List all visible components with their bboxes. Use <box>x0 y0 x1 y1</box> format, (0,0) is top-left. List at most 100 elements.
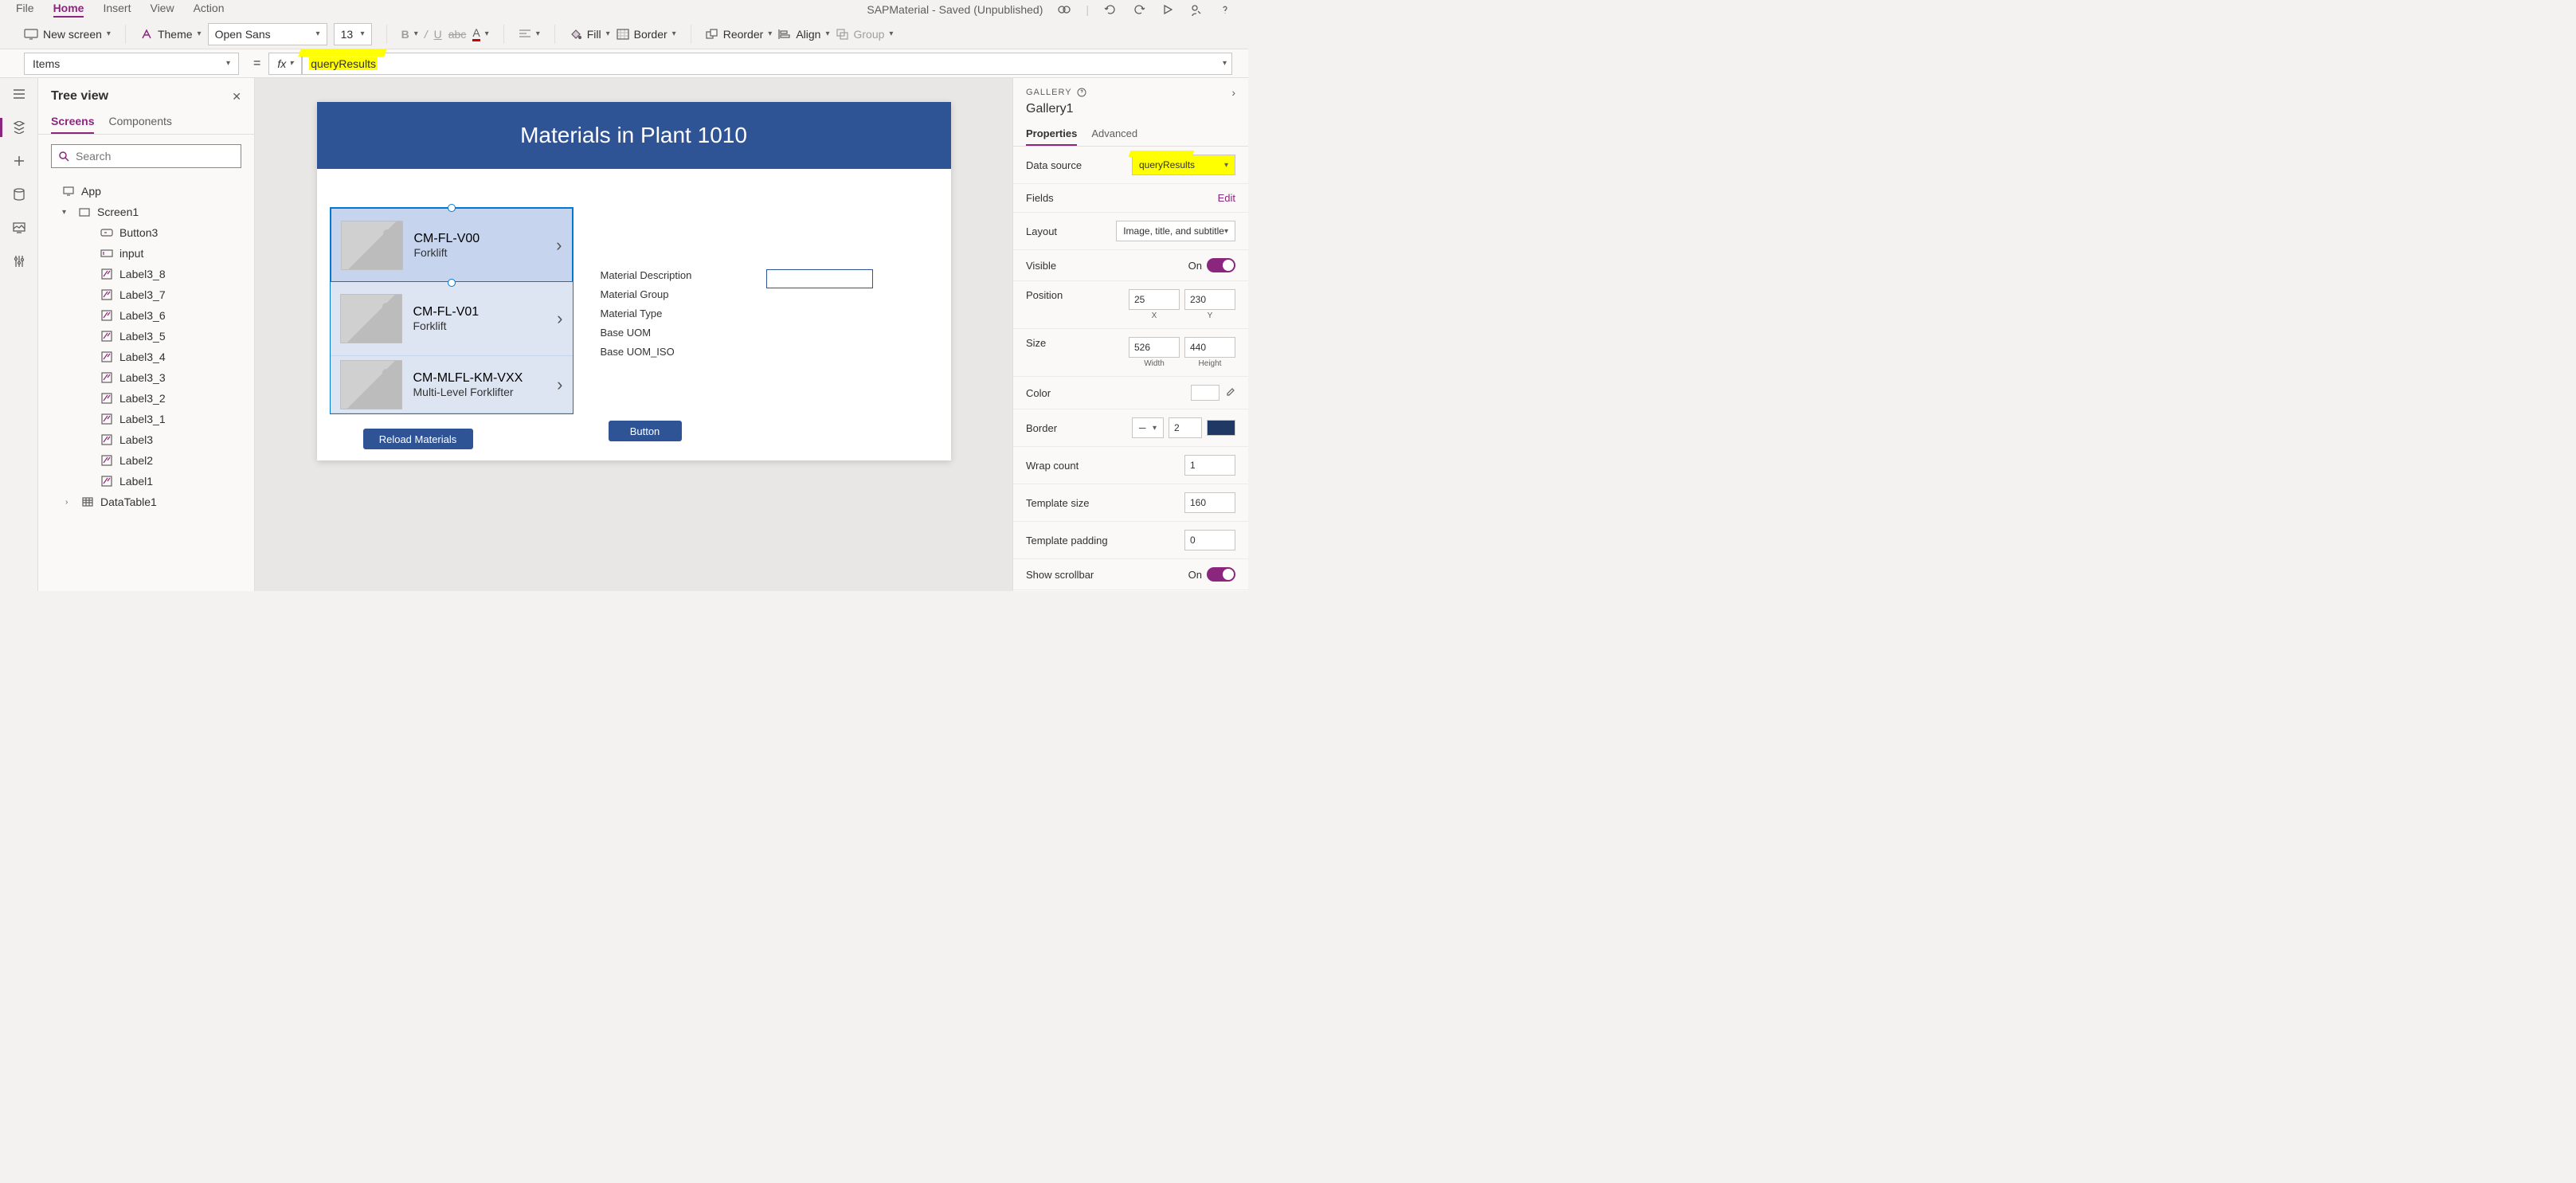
control-icon <box>100 309 113 322</box>
tab-properties[interactable]: Properties <box>1026 123 1077 146</box>
prop-color-picker[interactable] <box>1191 385 1219 401</box>
menu-view[interactable]: View <box>150 2 174 18</box>
tree-node[interactable]: Label3_4 <box>38 347 254 367</box>
placeholder-image-icon <box>340 294 402 343</box>
placeholder-image-icon <box>340 360 402 409</box>
tree-panel: Tree view ✕ Screens Components App ▾ Scr… <box>38 78 255 591</box>
tree-node[interactable]: Label3_2 <box>38 388 254 409</box>
app-header: Materials in Plant 1010 <box>317 102 951 169</box>
new-screen-button[interactable]: New screen▾ <box>24 28 111 41</box>
property-select[interactable]: Items▾ <box>24 53 239 75</box>
eyedropper-icon[interactable] <box>1224 387 1235 398</box>
font-size-select[interactable]: 13▾ <box>334 23 372 45</box>
play-icon[interactable] <box>1161 2 1175 17</box>
chevron-right-icon[interactable]: › <box>557 308 562 329</box>
font-select[interactable]: Open Sans▾ <box>208 23 327 45</box>
tree-search-input[interactable] <box>76 150 234 163</box>
formula-bar: Items▾ = fx▾ queryResults ▾ <box>0 49 1248 78</box>
prop-wrap-input[interactable]: 1 <box>1184 455 1235 476</box>
tab-components[interactable]: Components <box>108 110 171 134</box>
prop-tpl-pad-input[interactable]: 0 <box>1184 530 1235 550</box>
tree-close-icon[interactable]: ✕ <box>232 90 241 104</box>
app-checker-icon[interactable] <box>1057 2 1071 17</box>
menu-file[interactable]: File <box>16 2 34 18</box>
rail-advanced-icon[interactable] <box>11 253 27 269</box>
prop-data-source-select[interactable]: queryResults▾ <box>1132 155 1235 175</box>
help-icon[interactable] <box>1077 88 1086 97</box>
expand-formula-icon[interactable]: ▾ <box>1223 59 1227 68</box>
tab-advanced[interactable]: Advanced <box>1091 123 1137 146</box>
prop-data-source-label: Data source <box>1026 159 1082 171</box>
tree-node[interactable]: Button3 <box>38 222 254 243</box>
gallery-control[interactable]: CM-FL-V00Forklift › CM-FL-V01Forklift › … <box>330 207 574 414</box>
chevron-right-icon[interactable]: › <box>557 374 562 395</box>
prop-border-color[interactable] <box>1207 420 1235 436</box>
menu-action[interactable]: Action <box>194 2 225 18</box>
tree-node[interactable]: Label3_3 <box>38 367 254 388</box>
tab-screens[interactable]: Screens <box>51 110 94 134</box>
underline-button[interactable]: U <box>434 28 442 41</box>
group-button[interactable]: Group▾ <box>836 28 894 41</box>
rail-insert-icon[interactable] <box>11 153 27 169</box>
fill-button[interactable]: Fill▾ <box>570 28 610 41</box>
strike-button[interactable]: abc <box>448 28 467 41</box>
gallery-item[interactable]: CM-FL-V00Forklift › <box>331 208 573 282</box>
theme-button[interactable]: Theme▾ <box>140 28 202 41</box>
font-color-button[interactable]: A▾ <box>472 26 488 41</box>
reorder-button[interactable]: Reorder▾ <box>706 28 773 41</box>
tree-node[interactable]: Label1 <box>38 471 254 492</box>
rail-media-icon[interactable] <box>11 220 27 236</box>
italic-button[interactable]: / <box>425 28 428 41</box>
rail-data-icon[interactable] <box>11 186 27 202</box>
tree-node[interactable]: Label3_7 <box>38 284 254 305</box>
share-icon[interactable] <box>1189 2 1204 17</box>
tree-search[interactable] <box>51 144 241 168</box>
redo-icon[interactable] <box>1132 2 1146 17</box>
tree-node[interactable]: Label2 <box>38 450 254 471</box>
rail-hamburger-icon[interactable] <box>11 86 27 102</box>
tree-node[interactable]: Label3_6 <box>38 305 254 326</box>
prop-layout-select[interactable]: Image, title, and subtitle▾ <box>1116 221 1235 241</box>
chevron-right-icon[interactable]: › <box>1231 86 1235 99</box>
gallery-item[interactable]: CM-MLFL-KM-VXXMulti-Level Forklifter › <box>331 356 573 413</box>
fx-button[interactable]: fx▾ <box>268 53 302 75</box>
tree-node[interactable]: Label3_8 <box>38 264 254 284</box>
chevron-right-icon[interactable]: › <box>556 235 562 256</box>
tree-node[interactable]: ›DataTable1 <box>38 492 254 512</box>
tree-node-screen1[interactable]: ▾ Screen1 <box>38 202 254 222</box>
prop-y-input[interactable]: 230 <box>1184 289 1235 310</box>
rail-tree-icon[interactable] <box>11 119 27 135</box>
prop-tpl-size-input[interactable]: 160 <box>1184 492 1235 513</box>
prop-scroll-toggle[interactable] <box>1207 567 1235 582</box>
tree-node[interactable]: Label3 <box>38 429 254 450</box>
prop-fields-edit-link[interactable]: Edit <box>1218 192 1235 204</box>
align-button[interactable]: Align▾ <box>778 28 829 41</box>
app-title: SAPMaterial - Saved (Unpublished) <box>867 3 1043 16</box>
prop-border-style-select[interactable]: ─▾ <box>1132 417 1164 438</box>
undo-icon[interactable] <box>1103 2 1118 17</box>
gallery-item[interactable]: CM-FL-V01Forklift › <box>331 282 573 356</box>
prop-visible-toggle[interactable] <box>1207 258 1235 272</box>
align-text-button[interactable]: ▾ <box>519 29 540 39</box>
menu-home[interactable]: Home <box>53 2 84 18</box>
menu-insert[interactable]: Insert <box>103 2 131 18</box>
control-icon <box>100 392 113 405</box>
bold-button[interactable]: B▾ <box>401 28 418 41</box>
tree-node[interactable]: Label3_5 <box>38 326 254 347</box>
border-button[interactable]: Border▾ <box>617 28 676 41</box>
reload-materials-button[interactable]: Reload Materials <box>363 429 473 449</box>
prop-border-label: Border <box>1026 422 1057 434</box>
canvas[interactable]: Materials in Plant 1010 CM-FL-V00Forklif… <box>255 78 1012 591</box>
help-icon[interactable] <box>1218 2 1232 17</box>
generic-button[interactable]: Button <box>609 421 682 441</box>
prop-fields-label: Fields <box>1026 192 1054 204</box>
tree-node[interactable]: input <box>38 243 254 264</box>
prop-x-input[interactable]: 25 <box>1129 289 1180 310</box>
formula-input[interactable]: queryResults ▾ <box>302 53 1232 75</box>
prop-width-input[interactable]: 526 <box>1129 337 1180 358</box>
tree-node-app[interactable]: App <box>38 181 254 202</box>
prop-border-width-input[interactable]: 2 <box>1169 417 1202 438</box>
tree-node[interactable]: Label3_1 <box>38 409 254 429</box>
prop-height-input[interactable]: 440 <box>1184 337 1235 358</box>
detail-text-input[interactable] <box>766 269 873 288</box>
